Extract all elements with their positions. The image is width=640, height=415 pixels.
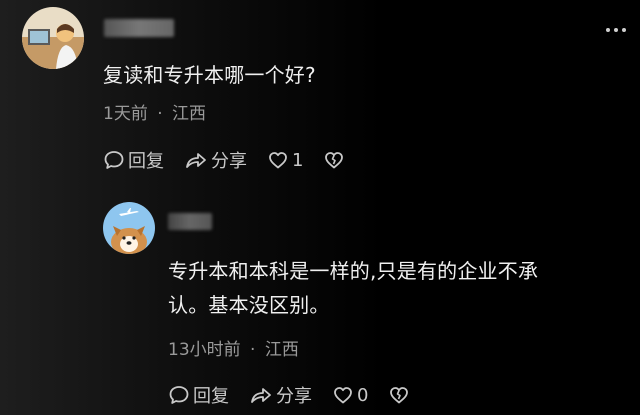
reply-time: 13小时前 xyxy=(168,340,241,360)
comment-location: 江西 xyxy=(172,104,207,124)
reply-text-line-2: 认。基本没区别。 xyxy=(168,293,330,317)
comment-time: 1天前 xyxy=(103,104,148,124)
avatar-image xyxy=(22,7,84,69)
share-arrow-icon xyxy=(186,153,206,168)
avatar-user-2[interactable] xyxy=(103,202,155,254)
reply-meta: 13小时前 · 江西 xyxy=(168,335,299,360)
reply-button[interactable]: 回复 xyxy=(168,382,229,408)
avatar-user-1[interactable] xyxy=(22,7,84,69)
username-blurred[interactable] xyxy=(104,19,174,37)
meta-separator: · xyxy=(157,104,163,124)
meta-separator: · xyxy=(250,340,256,360)
heart-icon xyxy=(269,152,287,169)
like-button[interactable]: 0 xyxy=(332,384,368,406)
comment-meta: 1天前 · 江西 xyxy=(103,99,206,124)
share-button[interactable]: 分享 xyxy=(249,382,312,408)
share-arrow-icon xyxy=(251,388,271,403)
share-label: 分享 xyxy=(211,151,247,172)
heart-icon xyxy=(334,387,352,404)
share-label: 分享 xyxy=(276,386,312,407)
speech-bubble-icon xyxy=(104,151,124,169)
broken-heart-icon xyxy=(390,387,409,404)
reply-text: 专升本和本科是一样的,只是有的企业不承 认。基本没区别。 xyxy=(168,254,538,322)
more-options-icon[interactable] xyxy=(606,28,626,32)
avatar-image xyxy=(103,202,155,254)
speech-bubble-icon xyxy=(169,386,189,404)
reply-actions: 回复 分享 0 xyxy=(168,382,433,408)
like-button[interactable]: 1 xyxy=(267,149,303,171)
reply-label: 回复 xyxy=(128,151,164,172)
share-button[interactable]: 分享 xyxy=(184,147,247,173)
dislike-button[interactable] xyxy=(323,149,348,171)
comment-actions: 回复 分享 1 xyxy=(103,147,368,173)
reply-label: 回复 xyxy=(193,386,229,407)
reply-text-line-1: 专升本和本科是一样的,只是有的企业不承 xyxy=(168,259,539,283)
dislike-button[interactable] xyxy=(388,384,413,406)
username-blurred[interactable] xyxy=(168,213,212,230)
broken-heart-icon xyxy=(325,152,344,169)
like-count: 1 xyxy=(292,149,304,171)
reply-button[interactable]: 回复 xyxy=(103,147,164,173)
like-count: 0 xyxy=(357,384,369,406)
comment-text: 复读和专升本哪一个好? xyxy=(103,63,316,87)
reply-location: 江西 xyxy=(264,340,299,360)
